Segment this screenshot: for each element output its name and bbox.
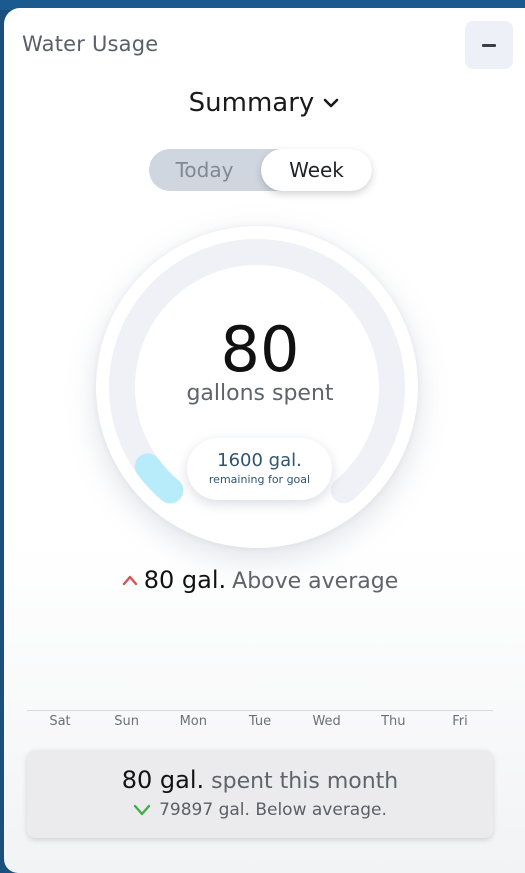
day-label-thu: Thu xyxy=(381,714,406,729)
arrow-up-icon xyxy=(122,575,137,586)
comparison-text: Above average xyxy=(232,569,399,594)
water-usage-card: Water Usage Summary Today Week 80 gallon… xyxy=(4,8,525,873)
month-amount: 80 gal. xyxy=(121,766,205,794)
minus-icon xyxy=(482,43,496,47)
tab-week[interactable]: Week xyxy=(261,149,372,191)
remaining-caption: remaining for goal xyxy=(208,473,311,486)
summary-label: Summary xyxy=(188,88,315,118)
day-label-sat: Sat xyxy=(49,714,71,729)
gallons-spent-value: 80 xyxy=(220,313,300,386)
day-label-tue: Tue xyxy=(248,714,272,729)
gauge-progress xyxy=(134,453,184,504)
chevron-down-icon xyxy=(133,804,151,816)
day-label-mon: Mon xyxy=(179,714,208,729)
day-label-sun: Sun xyxy=(114,714,140,729)
card-title: Water Usage xyxy=(22,32,159,56)
average-comparison: 80 gal. Above average xyxy=(4,566,516,594)
month-sub-text: 79897 gal. Below average. xyxy=(159,800,387,820)
summary-dropdown[interactable]: Summary xyxy=(4,88,525,118)
chart-axis-line xyxy=(27,710,493,711)
collapse-button[interactable] xyxy=(465,21,513,69)
day-label-wed: Wed xyxy=(312,714,341,729)
gallons-spent-label: gallons spent xyxy=(186,381,334,406)
period-toggle: Today Week xyxy=(149,149,372,191)
remaining-goal-pill: 1600 gal. remaining for goal xyxy=(187,438,332,500)
tab-today[interactable]: Today xyxy=(149,149,260,191)
month-summary-line: 80 gal. spent this month xyxy=(27,766,493,794)
day-label-fri: Fri xyxy=(452,714,468,729)
comparison-amount: 80 gal. xyxy=(143,566,227,594)
monthly-summary-card: 80 gal. spent this month 79897 gal. Belo… xyxy=(27,750,493,838)
weekday-axis: Sat Sun Mon Tue Wed Thu Fri xyxy=(27,714,493,729)
chevron-down-icon xyxy=(324,98,339,108)
remaining-value: 1600 gal. xyxy=(217,450,302,471)
month-text: spent this month xyxy=(211,769,399,794)
month-comparison-line: 79897 gal. Below average. xyxy=(27,800,493,820)
